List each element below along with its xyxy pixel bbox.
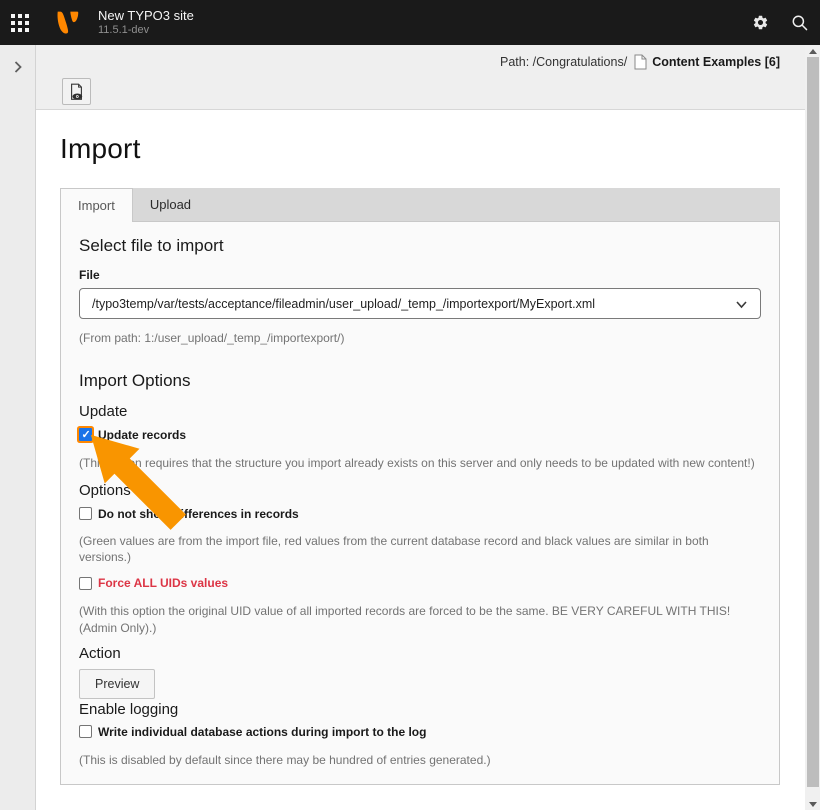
preview-button[interactable]: Preview	[79, 669, 155, 699]
no-diff-label: Do not show differences in records	[98, 507, 299, 521]
search-button[interactable]	[780, 0, 820, 45]
typo3-logo	[44, 0, 90, 45]
logging-heading: Enable logging	[79, 701, 761, 718]
chevron-right-icon	[14, 61, 22, 73]
sidebar-expand-button[interactable]	[0, 51, 36, 83]
file-field-label: File	[79, 268, 761, 282]
force-uids-row[interactable]: Force ALL UIDs values	[79, 576, 761, 590]
modules-menu-button[interactable]	[0, 0, 40, 45]
tabbar: Import Upload	[60, 188, 780, 221]
breadcrumb-record-title: Content Examples [6]	[652, 55, 780, 69]
tab-upload[interactable]: Upload	[133, 188, 208, 221]
page-record-icon	[634, 54, 647, 70]
file-path-note: (From path: 1:/user_upload/_temp_/import…	[79, 330, 761, 347]
docheader: Path: /Congratulations/ Content Examples…	[36, 45, 805, 110]
update-heading: Update	[79, 403, 761, 420]
site-info[interactable]: New TYPO3 site 11.5.1-dev	[98, 8, 194, 38]
force-uids-note: (With this option the original UID value…	[79, 603, 761, 637]
file-select-value: /typo3temp/var/tests/acceptance/fileadmi…	[92, 297, 595, 311]
topbar: New TYPO3 site 11.5.1-dev	[0, 0, 820, 45]
logging-label: Write individual database actions during…	[98, 725, 426, 739]
view-webpage-button[interactable]	[62, 78, 91, 105]
options-heading: Options	[79, 482, 761, 499]
tab-import[interactable]: Import	[60, 188, 133, 222]
page-title: Import	[60, 133, 780, 165]
force-uids-checkbox[interactable]	[79, 577, 92, 590]
document-eye-icon	[68, 83, 85, 101]
options-section-title: Import Options	[79, 371, 761, 391]
file-select[interactable]: /typo3temp/var/tests/acceptance/fileadmi…	[79, 288, 761, 319]
search-icon	[791, 14, 809, 32]
file-section-title: Select file to import	[79, 236, 761, 256]
breadcrumb: Path: /Congratulations/ Content Examples…	[500, 54, 780, 70]
logging-checkbox[interactable]	[79, 725, 92, 738]
update-records-checkbox[interactable]	[79, 428, 92, 441]
settings-button[interactable]	[740, 0, 780, 45]
update-records-row[interactable]: Update records	[79, 428, 761, 442]
site-version: 11.5.1-dev	[98, 24, 194, 38]
diff-note: (Green values are from the import file, …	[79, 533, 761, 567]
scrollbar-down-arrow[interactable]	[805, 798, 820, 810]
vertical-scrollbar	[805, 45, 820, 810]
no-diff-checkbox[interactable]	[79, 507, 92, 520]
module-body: Import Import Upload Select file to impo…	[36, 110, 805, 810]
no-diff-row[interactable]: Do not show differences in records	[79, 507, 761, 521]
site-title: New TYPO3 site	[98, 8, 194, 24]
update-note: (This option requires that the structure…	[79, 455, 761, 472]
gear-icon	[752, 14, 769, 31]
grid-icon	[11, 14, 29, 32]
force-uids-label: Force ALL UIDs values	[98, 576, 228, 590]
logging-note: (This is disabled by default since there…	[79, 752, 761, 769]
module-main: Path: /Congratulations/ Content Examples…	[36, 45, 805, 810]
chevron-down-icon	[735, 298, 748, 316]
pagetree-sidebar-collapsed	[0, 45, 36, 810]
update-records-label: Update records	[98, 428, 186, 442]
breadcrumb-path: Path: /Congratulations/	[500, 55, 627, 69]
logging-row[interactable]: Write individual database actions during…	[79, 725, 761, 739]
scrollbar-thumb[interactable]	[807, 57, 819, 787]
scrollbar-up-arrow[interactable]	[805, 45, 820, 57]
action-heading: Action	[79, 645, 761, 662]
workspace: Path: /Congratulations/ Content Examples…	[0, 45, 805, 810]
import-tab-panel: Select file to import File /typo3temp/va…	[60, 221, 780, 785]
